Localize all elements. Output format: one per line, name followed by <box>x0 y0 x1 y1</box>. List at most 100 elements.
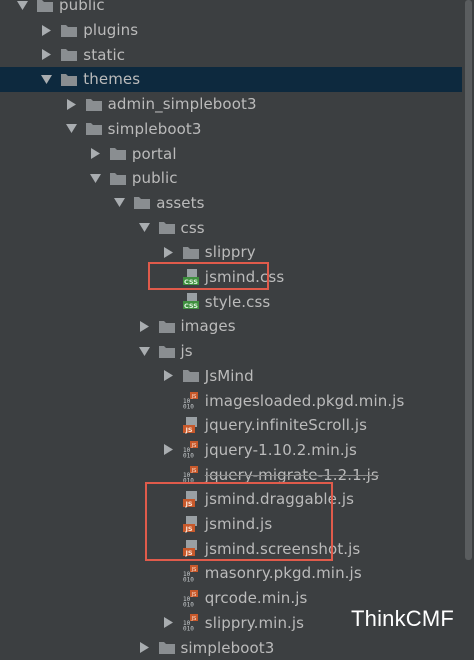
tree-item-label: slippry <box>204 243 256 262</box>
tree-item-label: simpleboot3 <box>107 119 202 138</box>
tree-item-label: qrcode.min.js <box>204 589 308 608</box>
tree-item-label: themes <box>83 70 141 89</box>
tree-row-jquery-1-10-2-min-js[interactable]: JS 10 010 jquery-1.10.2.min.js <box>0 438 462 463</box>
expand-arrow-down-icon[interactable] <box>138 222 150 233</box>
tree-row-admin-simpleboot3[interactable]: admin_simpleboot3 <box>0 92 462 117</box>
tree-row-public[interactable]: public <box>0 166 462 191</box>
svg-text:010: 010 <box>183 601 194 607</box>
tree-item-label: jquery-migrate-1.2.1.js <box>204 465 379 484</box>
svg-text:JS: JS <box>190 468 196 474</box>
expand-arrow-down-icon[interactable] <box>65 123 77 134</box>
expand-arrow-down-icon[interactable] <box>114 197 126 208</box>
folder-icon <box>158 220 176 235</box>
collapse-arrow-right-icon[interactable] <box>163 617 174 629</box>
tree-item-label: slippry.min.js <box>204 613 305 632</box>
tree-row-slippry[interactable]: slippry <box>0 240 462 265</box>
collapse-arrow-right-icon[interactable] <box>139 320 150 332</box>
folder-icon <box>182 368 200 383</box>
tree-row-plugins[interactable]: plugins <box>0 18 462 43</box>
tree-row-jsmind[interactable]: JsMind <box>0 364 462 389</box>
tree-item-label: style.css <box>204 292 271 311</box>
tree-row-assets[interactable]: assets <box>0 191 462 216</box>
expand-arrow-down-icon[interactable] <box>89 173 101 184</box>
tree-item-label: jsmind.screenshot.js <box>204 539 361 558</box>
tree-row-jsmind-js[interactable]: JS jsmind.js <box>0 512 462 537</box>
collapse-arrow-right-icon[interactable] <box>90 148 101 160</box>
tree-item-label: jsmind.js <box>204 515 273 534</box>
folder-icon <box>109 146 127 161</box>
tree-item-label: public <box>131 169 178 188</box>
folder-icon <box>109 171 127 186</box>
tree-row-jsmind-draggable-js[interactable]: JS jsmind.draggable.js <box>0 487 462 512</box>
svg-text:010: 010 <box>183 576 194 582</box>
tree-item-label: css <box>180 218 205 237</box>
tree-item-label: imagesloaded.pkgd.min.js <box>204 391 405 410</box>
minified-js-file-icon: JS 10 010 <box>182 564 200 582</box>
svg-text:JS: JS <box>190 394 196 400</box>
svg-text:JS: JS <box>184 500 192 508</box>
tree-item-label: portal <box>131 144 177 163</box>
folder-icon <box>60 23 78 38</box>
folder-icon <box>60 72 78 87</box>
tree-row-jsmind-css[interactable]: CSS jsmind.css <box>0 265 462 290</box>
tree-row-simpleboot3[interactable]: simpleboot3 <box>0 117 462 142</box>
tree-row-js[interactable]: js <box>0 339 462 364</box>
svg-text:JS: JS <box>190 616 196 622</box>
tree-row-simpleboot3[interactable]: simpleboot3 <box>0 635 462 660</box>
svg-text:JS: JS <box>190 443 196 449</box>
project-file-tree: public plugins static themes admin_simpleboo… <box>0 0 474 657</box>
tree-row-jquery-migrate-1-2-1-js[interactable]: JS 10 010 jquery-migrate-1.2.1.js <box>0 462 462 487</box>
tree-row-css[interactable]: css <box>0 215 462 240</box>
tree-item-label: static <box>83 45 126 64</box>
collapse-arrow-right-icon[interactable] <box>139 642 150 654</box>
tree-item-label: jsmind.draggable.js <box>204 490 355 509</box>
collapse-arrow-right-icon[interactable] <box>163 444 174 456</box>
minified-js-file-icon: JS 10 010 <box>182 441 200 458</box>
js-file-icon: JS <box>182 416 200 434</box>
tree-item-label: plugins <box>83 21 139 40</box>
collapse-arrow-right-icon[interactable] <box>163 370 174 382</box>
tree-row-jquery-infinitescroll-js[interactable]: JS jquery.infiniteScroll.js <box>0 413 462 438</box>
collapse-arrow-right-icon[interactable] <box>41 49 52 61</box>
folder-icon <box>36 0 54 13</box>
tree-row-static[interactable]: static <box>0 42 462 67</box>
folder-icon <box>85 121 103 136</box>
svg-text:JS: JS <box>190 592 196 598</box>
svg-text:CSS: CSS <box>184 278 198 286</box>
tree-row-public[interactable]: public <box>0 0 462 18</box>
svg-text:JS: JS <box>184 525 192 533</box>
vertical-scrollbar[interactable] <box>463 0 474 645</box>
tree-row-jsmind-screenshot-js[interactable]: JS jsmind.screenshot.js <box>0 536 462 561</box>
expand-arrow-down-icon[interactable] <box>138 346 150 357</box>
js-file-icon: JS <box>182 540 200 557</box>
tree-item-label: public <box>59 0 105 15</box>
tree-item-label: JsMind <box>204 366 254 385</box>
tree-item-label: simpleboot3 <box>180 638 275 657</box>
collapse-arrow-right-icon[interactable] <box>41 24 52 36</box>
expand-arrow-down-icon[interactable] <box>17 0 28 11</box>
tree-row-portal[interactable]: portal <box>0 141 462 166</box>
tree-row-themes[interactable]: themes <box>0 67 462 92</box>
svg-text:010: 010 <box>183 626 194 632</box>
scrollbar-thumb[interactable] <box>465 0 472 560</box>
tree-item-label: jquery-1.10.2.min.js <box>204 440 357 459</box>
collapse-arrow-right-icon[interactable] <box>163 246 174 258</box>
folder-icon <box>182 245 200 260</box>
folder-icon <box>158 319 176 334</box>
svg-text:010: 010 <box>183 404 194 410</box>
tree-item-label: admin_simpleboot3 <box>107 95 257 114</box>
folder-icon <box>133 195 151 210</box>
minified-js-file-icon: JS 10 010 <box>182 589 200 607</box>
tree-row-masonry-pkgd-min-js[interactable]: JS 10 010 masonry.pkgd.min.js <box>0 561 462 586</box>
tree-item-label: assets <box>156 193 205 212</box>
minified-js-file-icon: JS 10 010 <box>182 392 200 410</box>
tree-item-label: masonry.pkgd.min.js <box>204 564 362 583</box>
expand-arrow-down-icon[interactable] <box>41 74 53 85</box>
tree-row-images[interactable]: images <box>0 314 462 339</box>
tree-row-style-css[interactable]: CSS style.css <box>0 289 462 314</box>
svg-text:JS: JS <box>190 567 196 573</box>
tree-item-label: images <box>180 317 236 336</box>
collapse-arrow-right-icon[interactable] <box>66 98 77 110</box>
tree-row-imagesloaded-pkgd-min-js[interactable]: JS 10 010 imagesloaded.pkgd.min.js <box>0 388 462 413</box>
js-file-icon: JS <box>182 515 200 533</box>
